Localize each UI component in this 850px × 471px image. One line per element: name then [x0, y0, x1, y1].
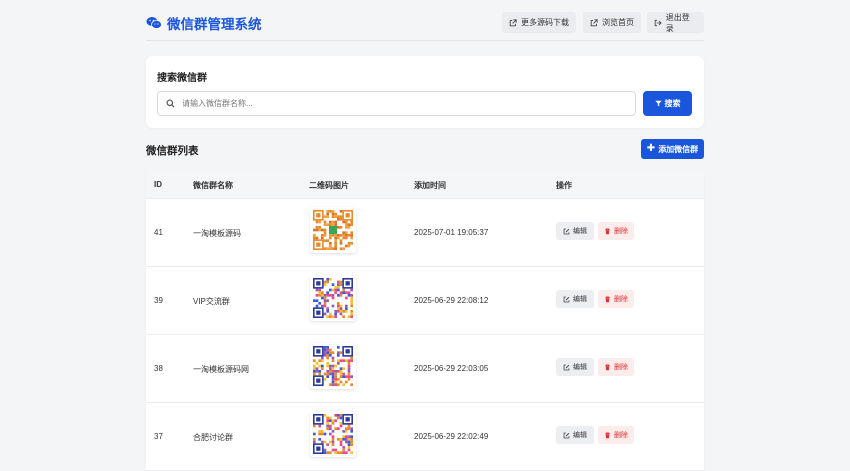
brand[interactable]: 微信群管理系统 [146, 12, 262, 34]
table-header: ID 微信群名称 二维码图片 添加时间 操作 [146, 170, 704, 199]
edit-label: 编辑 [573, 432, 587, 439]
row-group-name: 合肥讨论群 [193, 433, 233, 442]
search-card: 搜索微信群 搜索 [146, 56, 704, 128]
delete-button[interactable]: 删除 [598, 358, 634, 376]
edit-icon [563, 364, 570, 370]
wechat-icon [146, 17, 162, 29]
edit-label: 编辑 [573, 296, 587, 303]
column-header-qr: 二维码图片 [309, 181, 349, 190]
trash-icon [605, 228, 610, 234]
add-group-button[interactable]: ✚ 添加微信群 [641, 139, 704, 159]
qr-code-thumbnail[interactable] [310, 207, 356, 253]
delete-label: 删除 [614, 432, 628, 439]
trash-icon [605, 296, 610, 302]
edit-button[interactable]: 编辑 [556, 426, 594, 444]
edit-icon [563, 296, 570, 302]
group-table: ID 微信群名称 二维码图片 添加时间 操作 41 一淘模板源码 2025-07-0… [146, 170, 704, 471]
row-id: 39 [154, 296, 163, 305]
row-added-time: 2025-06-29 22:03:05 [414, 364, 489, 373]
row-added-time: 2025-07-01 19:05:37 [414, 228, 489, 237]
qr-code-thumbnail[interactable] [310, 411, 356, 457]
add-group-label: 添加微信群 [658, 144, 699, 154]
delete-label: 删除 [614, 364, 628, 371]
row-added-time: 2025-06-29 22:02:49 [414, 432, 489, 441]
delete-button[interactable]: 删除 [598, 290, 634, 308]
column-header-id: ID [154, 180, 162, 189]
row-id: 37 [154, 432, 163, 441]
table-row: 38 一淘模板源码网 2025-06-29 22:03:05 编辑 删除 [146, 335, 704, 403]
search-box [157, 91, 636, 116]
qr-code-thumbnail[interactable] [310, 343, 356, 389]
browse-home-label: 浏览首页 [602, 18, 634, 27]
column-header-time: 添加时间 [414, 181, 446, 190]
external-link-icon [590, 18, 598, 26]
table-row: 39 VIP交流群 2025-06-29 22:08:12 编辑 删除 [146, 267, 704, 335]
edit-icon [563, 432, 570, 438]
edit-button[interactable]: 编辑 [556, 222, 594, 240]
delete-label: 删除 [614, 228, 628, 235]
row-group-name: 一淘模板源码网 [193, 365, 249, 374]
app-title: 微信群管理系统 [167, 17, 262, 32]
list-title: 微信群列表 [146, 145, 199, 157]
top-navbar: 微信群管理系统 更多源码下载 浏览首页 退出登录 [146, 12, 704, 34]
external-link-icon [509, 18, 517, 26]
column-header-actions: 操作 [556, 181, 572, 190]
logout-button[interactable]: 退出登录 [647, 12, 704, 33]
row-id: 38 [154, 364, 163, 373]
search-title: 搜索微信群 [157, 73, 207, 84]
qr-code-thumbnail[interactable] [310, 275, 356, 321]
header-divider [146, 40, 704, 41]
row-group-name: 一淘模板源码 [193, 229, 241, 238]
search-icon [166, 99, 175, 108]
qr-code-image [313, 278, 353, 318]
row-added-time: 2025-06-29 22:08:12 [414, 296, 489, 305]
trash-icon [605, 432, 610, 438]
delete-button[interactable]: 删除 [598, 222, 634, 240]
browse-home-button[interactable]: 浏览首页 [583, 12, 641, 33]
edit-button[interactable]: 编辑 [556, 290, 594, 308]
logout-label: 退出登录 [665, 12, 690, 33]
column-header-name: 微信群名称 [193, 181, 233, 190]
download-more-label: 更多源码下载 [521, 18, 569, 27]
table-row: 41 一淘模板源码 2025-07-01 19:05:37 编辑 删除 [146, 199, 704, 267]
search-button-label: 搜索 [664, 99, 681, 108]
qr-code-image [313, 414, 353, 454]
qr-code-image [313, 346, 353, 386]
search-button[interactable]: 搜索 [643, 91, 692, 116]
edit-icon [563, 228, 570, 234]
plus-icon: ✚ [646, 143, 656, 154]
row-group-name: VIP交流群 [193, 297, 230, 306]
qr-code-image [313, 210, 353, 250]
trash-icon [605, 364, 610, 370]
filter-icon [654, 100, 662, 107]
edit-label: 编辑 [573, 228, 587, 235]
search-input[interactable] [182, 99, 622, 108]
delete-button[interactable]: 删除 [598, 426, 634, 444]
row-id: 41 [154, 228, 163, 237]
sign-out-icon [654, 19, 662, 26]
edit-label: 编辑 [573, 364, 587, 371]
download-more-button[interactable]: 更多源码下载 [502, 12, 576, 33]
delete-label: 删除 [614, 296, 628, 303]
edit-button[interactable]: 编辑 [556, 358, 594, 376]
table-row: 37 合肥讨论群 2025-06-29 22:02:49 编辑 删除 [146, 403, 704, 471]
